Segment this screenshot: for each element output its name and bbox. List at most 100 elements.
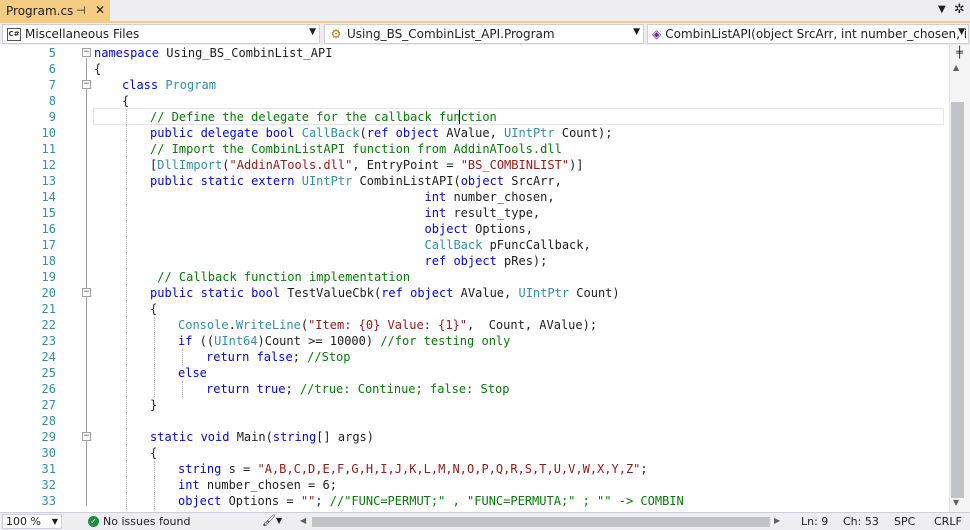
code-text: public static extern UIntPtr CombinListA… [150,173,562,189]
code-token: public static extern [150,174,295,188]
code-token: , Count, AValue); [467,318,598,332]
code-line[interactable]: 16 object Options, [0,221,949,237]
code-token: //true: Continue; false: Stop [299,382,510,396]
close-icon[interactable]: ✕ [95,3,105,17]
code-line[interactable]: 7 − class Program [0,77,949,93]
code-line[interactable]: 5 − namespace Using_BS_CombinList_API [0,45,949,61]
code-token: { [94,62,102,76]
code-token: )] [569,158,584,172]
code-text: return false; //Stop [206,349,351,365]
code-token: Count) [569,286,620,300]
collapse-icon[interactable]: − [82,288,91,297]
code-line[interactable]: 22 Console.WriteLine("Item: {0} Value: {1… [0,317,949,333]
code-cleanup-icon[interactable]: 🖌 [262,514,276,527]
gear-icon[interactable]: ✲ [954,2,965,17]
code-line[interactable]: 10 public delegate bool CallBack(ref obje… [0,125,949,141]
indent-guide [126,109,127,125]
code-line[interactable]: 19 // Callback function implementation [0,269,949,285]
code-line[interactable]: 13 public static extern UIntPtr CombinLis… [0,173,949,189]
code-line[interactable]: 14 int number_chosen, [0,189,949,205]
indent-guide [126,365,127,381]
dropdown-icon[interactable]: ▼ [938,4,946,15]
code-text: // Callback function implementation [150,269,410,285]
split-editor-icon[interactable]: ╪ [951,46,968,60]
code-token: Options = [221,494,301,508]
code-line[interactable]: 31 string s = "A,B,C,D,E,F,G,H,I,J,K,L,M,… [0,461,949,477]
indent-guide [126,269,127,285]
scroll-down-icon[interactable]: ▼ [953,498,959,507]
code-line[interactable]: 27} [0,397,949,413]
code-token: UIntPtr [504,126,555,140]
line-number: 30 [41,446,56,460]
code-line[interactable]: 21 { [0,301,949,317]
code-token: ( [300,318,309,332]
issues-status[interactable]: No issues found [103,515,190,528]
tab-program-cs[interactable]: Program.cs ⊣ ✕ [0,0,110,21]
line-number: 26 [41,382,56,396]
code-token: string [178,462,222,476]
code-text: } [150,397,157,413]
code-token: ; [285,382,300,396]
code-line[interactable]: 18 ref object pRes); [0,253,949,269]
indent-mode-indicator[interactable]: SPC [894,515,915,528]
code-text: class Program [122,77,216,93]
code-line[interactable]: 9 // Define the delegate for the callback… [0,109,949,125]
code-line[interactable]: 20 − public static bool TestValueCbk(ref o… [0,285,949,301]
type-dropdown[interactable]: ⚙ Using_BS_CombinList_API.Program ▼ [324,24,644,44]
code-token: return true [206,382,286,396]
line-number-indicator[interactable]: Ln: 9 [801,515,828,528]
scroll-left-icon[interactable]: ◀ [300,516,306,525]
code-token: SrcArr, [504,174,562,188]
member-dropdown[interactable]: ◈ CombinListAPI(object SrcArr, int numbe… [647,24,969,44]
code-text: object Options, [150,221,533,237]
code-line[interactable]: 25 else [0,365,949,381]
code-line[interactable]: 24 return false; //Stop [0,349,949,365]
code-line[interactable]: 30 { [0,445,949,461]
code-line[interactable]: 26 return true; //true: Continue; false: … [0,381,949,397]
collapse-icon[interactable]: − [82,432,91,441]
code-line[interactable]: 8{ [0,93,949,109]
collapse-icon[interactable]: − [82,80,91,89]
code-text: int number_chosen, [150,189,555,205]
code-line[interactable]: 11 // Import the CombinListAPI function f… [0,141,949,157]
chevron-down-icon[interactable]: ▼ [276,516,282,525]
indent-guide [154,317,155,333]
indent-guide [126,157,127,173]
code-token: ref object [381,286,454,300]
code-line[interactable]: 12 [DllImport("AddinATools.dll", EntryPoi… [0,157,949,173]
scroll-right-icon[interactable]: ▶ [774,516,780,525]
horizontal-scroll-thumb[interactable] [312,517,770,527]
line-number: 9 [48,110,56,124]
code-editor[interactable]: 5− namespace Using_BS_CombinList_API 6{7− c… [0,45,949,512]
code-text: ref object pRes); [150,253,548,269]
vertical-scroll-thumb[interactable] [951,102,964,498]
code-token: ; [315,494,330,508]
document-tab-strip: Program.cs ⊣ ✕ ▼ ✲ [0,0,970,23]
code-line[interactable]: 29 − static void Main(string[] args) [0,429,949,445]
zoom-dropdown[interactable]: 100 % ▼ [2,514,62,529]
project-dropdown[interactable]: C# Miscellaneous Files ▼ [2,24,320,44]
editor-status-bar: 100 % ▼ ✓ No issues found 🖌 ▼ ◀ ▶ Ln: 9 … [0,512,970,530]
column-indicator[interactable]: Ch: 53 [843,515,879,528]
code-token: Options, [467,222,533,236]
code-line[interactable]: 28 [0,413,949,429]
indent-guide [126,461,127,477]
code-line[interactable]: 33 object Options = ""; //"FUNC=PERMUT;" … [0,493,949,509]
code-token: object [178,494,222,508]
scroll-up-icon[interactable]: ▲ [953,63,959,72]
indent-guide [126,397,127,413]
code-line[interactable]: 32 int number_chosen = 6; [0,477,949,493]
code-line[interactable]: 15 int result_type, [0,205,949,221]
line-ending-indicator[interactable]: CRLF [934,515,962,528]
code-text: return true; //true: Continue; false: St… [206,381,509,397]
code-line[interactable]: 23 if ((UInt64)Count >= 10000) //for test… [0,333,949,349]
line-number: 33 [41,494,56,508]
code-token: s = [221,462,258,476]
code-token: "Item: {0} Value: {1}" [308,318,468,332]
code-token: "A,B,C,D,E,F,G,H,I,J,K,L,M,N,O,P,Q,R,S,T… [257,462,641,476]
code-line[interactable]: 17 CallBack pFuncCallback, [0,237,949,253]
code-token: CallBack [424,238,483,252]
pin-icon[interactable]: ⊣ [76,4,86,17]
collapse-icon[interactable]: − [82,48,91,57]
code-line[interactable]: 6{ [0,61,949,77]
